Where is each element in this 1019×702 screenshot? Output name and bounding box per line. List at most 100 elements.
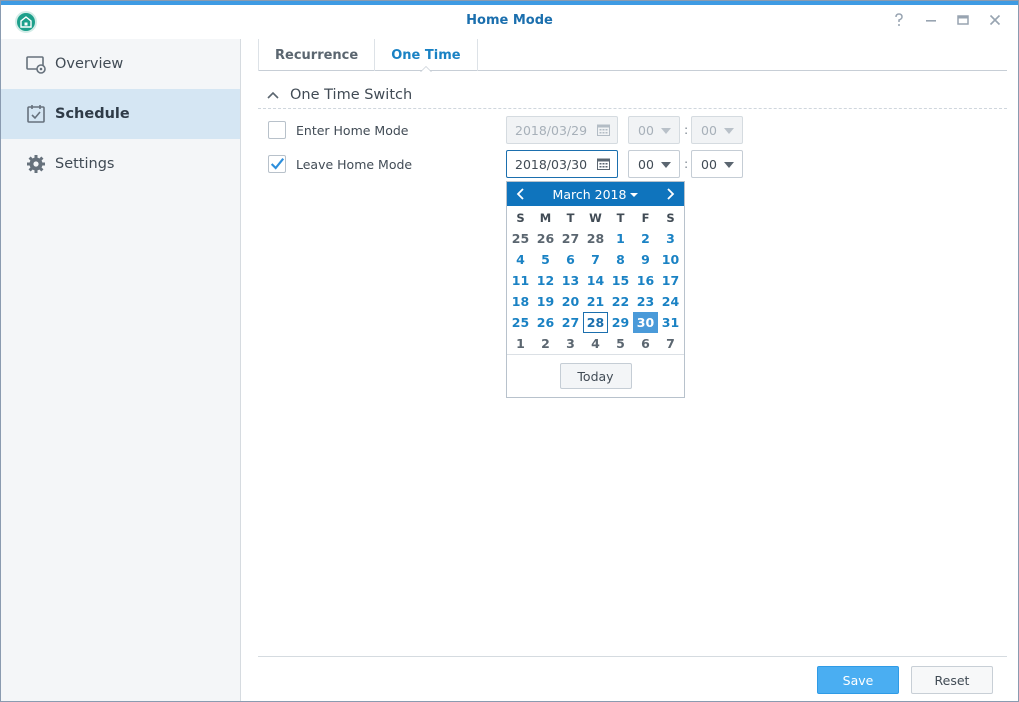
- calendar-day[interactable]: 18: [508, 291, 533, 312]
- calendar-day[interactable]: 22: [608, 291, 633, 312]
- chevron-down-icon: [724, 162, 734, 168]
- help-icon[interactable]: [890, 11, 908, 29]
- weekday-header-row: S M T W T F S: [507, 208, 684, 228]
- calendar-day[interactable]: 8: [608, 249, 633, 270]
- calendar-day[interactable]: 3: [658, 228, 683, 249]
- enter-home-mode-checkbox[interactable]: [268, 121, 286, 139]
- overview-icon: [25, 53, 47, 75]
- calendar-day[interactable]: 27: [558, 228, 583, 249]
- calendar-day[interactable]: 4: [583, 333, 608, 354]
- calendar-day[interactable]: 15: [608, 270, 633, 291]
- calendar-day[interactable]: 29: [608, 312, 633, 333]
- calendar-day[interactable]: 23: [633, 291, 658, 312]
- weekday-label: S: [516, 211, 525, 225]
- calendar-day[interactable]: 16: [633, 270, 658, 291]
- footer-divider: [258, 656, 1007, 657]
- enter-minute-select[interactable]: 00: [691, 116, 743, 144]
- reset-button[interactable]: Reset: [911, 666, 993, 694]
- calendar-day[interactable]: 1: [508, 333, 533, 354]
- sidebar-item-label: Settings: [55, 156, 115, 172]
- calendar-day[interactable]: 5: [533, 249, 558, 270]
- tab-one-time[interactable]: One Time: [375, 39, 478, 72]
- calendar-day[interactable]: 25: [508, 228, 533, 249]
- calendar-day[interactable]: 7: [583, 249, 608, 270]
- calendar-day[interactable]: 10: [658, 249, 683, 270]
- calendar-day[interactable]: 2: [533, 333, 558, 354]
- leave-home-mode-row: Leave Home Mode: [268, 150, 412, 178]
- chevron-left-icon[interactable]: [513, 187, 527, 201]
- active-tab-indicator: [419, 66, 432, 72]
- sidebar-item-overview[interactable]: Overview: [1, 39, 240, 89]
- calendar-day[interactable]: 28: [583, 312, 608, 333]
- calendar-icon[interactable]: [597, 158, 610, 170]
- enter-hour-value: 00: [638, 122, 654, 138]
- calendar-day[interactable]: 28: [583, 228, 608, 249]
- calendar-day[interactable]: 11: [508, 270, 533, 291]
- today-button[interactable]: Today: [559, 363, 632, 389]
- calendar-day[interactable]: 14: [583, 270, 608, 291]
- calendar-grid: 25 26 27 28 1 2 3 4 5 6 7 8 9 10 11 12 13 14 15 16 17 18 19 20 2…: [507, 228, 684, 354]
- enter-date-field[interactable]: 2018/03/29: [506, 116, 618, 144]
- enter-minute-value: 00: [701, 122, 717, 138]
- calendar-day[interactable]: 24: [658, 291, 683, 312]
- tab-recurrence[interactable]: Recurrence: [258, 39, 376, 71]
- chevron-down-icon: [661, 162, 671, 168]
- minimize-icon[interactable]: [922, 11, 940, 29]
- chevron-down-icon: [661, 128, 671, 134]
- sidebar: Overview Schedule Settings: [1, 39, 241, 701]
- calendar-week-row: 1234567: [507, 333, 684, 354]
- sidebar-item-settings[interactable]: Settings: [1, 139, 240, 189]
- calendar-day[interactable]: 31: [658, 312, 683, 333]
- leave-date-field[interactable]: 2018/03/30: [506, 150, 618, 178]
- calendar-day[interactable]: 20: [558, 291, 583, 312]
- calendar-day[interactable]: 6: [633, 333, 658, 354]
- calendar-check-icon: [25, 103, 47, 125]
- leave-home-mode-label: Leave Home Mode: [296, 156, 413, 172]
- calendar-week-row: 18 19 20 21 22 23 24: [507, 291, 684, 312]
- close-icon[interactable]: [986, 11, 1004, 29]
- calendar-day[interactable]: 27: [558, 312, 583, 333]
- maximize-icon[interactable]: [954, 11, 972, 29]
- calendar-day[interactable]: 7: [658, 333, 683, 354]
- time-separator: :: [684, 122, 689, 137]
- save-button[interactable]: Save: [817, 666, 899, 694]
- month-label: March 2018: [552, 186, 627, 202]
- weekday-label: M: [539, 211, 552, 225]
- calendar-day[interactable]: 30: [633, 312, 658, 333]
- calendar-day[interactable]: 12: [533, 270, 558, 291]
- enter-date-value: 2018/03/29: [515, 122, 588, 138]
- calendar-day[interactable]: 3: [558, 333, 583, 354]
- calendar-day[interactable]: 5: [608, 333, 633, 354]
- sidebar-item-label: Overview: [55, 56, 124, 72]
- chevron-right-icon[interactable]: [664, 187, 678, 201]
- weekday-label: T: [616, 211, 625, 225]
- section-header[interactable]: One Time Switch: [258, 81, 1007, 109]
- calendar-day[interactable]: 25: [508, 312, 533, 333]
- sidebar-item-schedule[interactable]: Schedule: [1, 89, 240, 139]
- enter-home-mode-row: Enter Home Mode: [268, 116, 408, 144]
- weekday-label: F: [641, 211, 650, 225]
- calendar-day[interactable]: 6: [558, 249, 583, 270]
- calendar-day[interactable]: 17: [658, 270, 683, 291]
- calendar-icon[interactable]: [597, 124, 610, 136]
- calendar-day[interactable]: 4: [508, 249, 533, 270]
- leave-home-mode-checkbox[interactable]: [268, 155, 286, 173]
- enter-hour-select[interactable]: 00: [628, 116, 680, 144]
- calendar-day[interactable]: 26: [533, 312, 558, 333]
- leave-minute-select[interactable]: 00: [691, 150, 743, 178]
- chevron-up-icon[interactable]: [266, 88, 280, 102]
- calendar-day[interactable]: 13: [558, 270, 583, 291]
- calendar-day[interactable]: 2: [633, 228, 658, 249]
- calendar-day[interactable]: 1: [608, 228, 633, 249]
- month-selector[interactable]: March 2018: [553, 187, 639, 202]
- leave-hour-select[interactable]: 00: [628, 150, 680, 178]
- section-title: One Time Switch: [290, 86, 413, 103]
- calendar-footer: Today: [507, 354, 684, 397]
- home-mode-window: Home Mode Overview Schedule Settings Rec…: [0, 0, 1019, 702]
- calendar-day[interactable]: 19: [533, 291, 558, 312]
- calendar-day[interactable]: 9: [633, 249, 658, 270]
- title-bar: Home Mode: [1, 5, 1018, 39]
- calendar-day[interactable]: 21: [583, 291, 608, 312]
- calendar-day[interactable]: 26: [533, 228, 558, 249]
- window-title: Home Mode: [466, 13, 553, 28]
